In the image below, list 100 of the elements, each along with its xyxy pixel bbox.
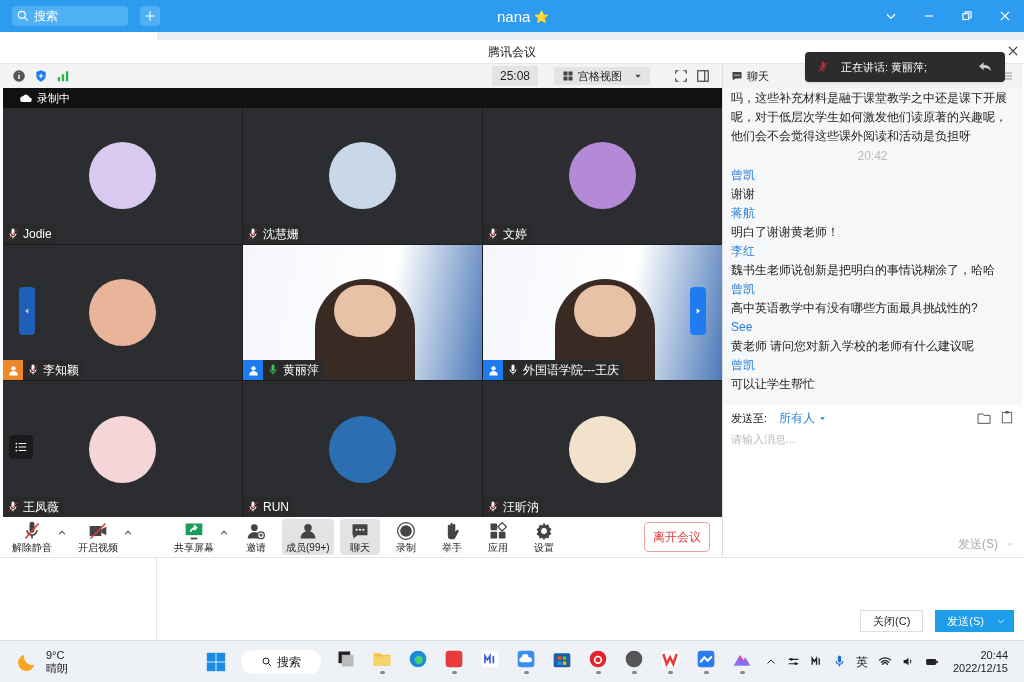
sender-name: See [731, 319, 753, 336]
participant-name: 外国语学院---王庆 [523, 362, 619, 380]
mic-icon [507, 364, 519, 377]
caret-up-icon [123, 528, 133, 538]
running-indicator [595, 671, 601, 674]
caret-up-icon [57, 528, 67, 538]
letter-app-icon [480, 649, 500, 669]
toolbar-button[interactable]: 聊天 [339, 519, 380, 555]
shield-icon [34, 69, 48, 83]
speaking-text: 正在讲话: 黄丽萍; [841, 59, 928, 75]
sender-name: 曾凯 [731, 281, 755, 298]
avatar-icon [624, 649, 644, 669]
close-button[interactable]: 关闭(C) [860, 610, 924, 632]
app-title: nana [497, 7, 531, 27]
toolbar-button[interactable]: 成员(99+) [282, 519, 334, 555]
list-button[interactable] [9, 435, 33, 460]
cloud-icon [516, 649, 536, 669]
running-indicator [703, 671, 709, 674]
message-input[interactable]: 请输入消息... [731, 431, 1014, 535]
toolbar-button[interactable]: 举手 [431, 519, 472, 555]
chat-message: 魏书生老师说创新是把明白的事情说糊涂了，哈哈 [731, 262, 995, 279]
running-indicator [523, 671, 529, 674]
mic-muted-icon [487, 501, 499, 513]
task-view-icon [336, 649, 356, 669]
sender-name: 蒋航 [731, 205, 755, 222]
grid-icon [562, 70, 574, 82]
start-button[interactable] [205, 650, 227, 673]
running-indicator [631, 671, 637, 674]
chevron-down-icon [1006, 540, 1014, 548]
document-app-icon [660, 649, 680, 669]
clock-time: 20:44 [980, 648, 1008, 662]
mic-muted-icon [487, 227, 499, 240]
search-icon [16, 9, 30, 23]
favorite-label: ⭐ [534, 9, 550, 27]
taskbar-app[interactable] [623, 649, 645, 674]
caret-icon [819, 414, 827, 422]
chat-message: 吗，这些补充材料是融于课堂教学之中还是课下开展呢，对于低层次学生如何激发他们读原著的兴趣呢，他们会不会觉得这些课外阅读和活动是负担呀 [731, 90, 1008, 145]
weather-text: 晴朗 [46, 661, 68, 675]
chat-message: 明白了谢谢黄老师！ [731, 224, 839, 241]
toolbar-button[interactable]: 共享屏幕 [170, 519, 218, 555]
mic-icon [267, 364, 279, 377]
running-indicator [667, 671, 673, 674]
participant-name: RUN [263, 499, 289, 516]
running-indicator [379, 671, 385, 674]
toolbar-button[interactable]: 解除静音 [8, 519, 56, 555]
input-method[interactable]: 英 [855, 652, 868, 671]
running-indicator [451, 671, 457, 674]
participant-name: 王凤薇 [23, 499, 59, 516]
participant-name: Jodie [23, 225, 52, 243]
previous-page-button[interactable] [19, 286, 35, 335]
folder-icon [976, 410, 992, 426]
running-indicator [739, 671, 745, 674]
recording-status: 录制中 [37, 90, 70, 106]
chat-timestamp: 20:42 [857, 148, 888, 165]
clock-date: 2022/12/15 [952, 661, 1008, 675]
music-icon [588, 649, 608, 669]
chat-message: 谢谢 [731, 186, 755, 203]
fullscreen-icon [674, 69, 688, 83]
chat-title: 聊天 [747, 68, 769, 84]
windows-icon [205, 650, 227, 673]
info-icon [12, 69, 26, 83]
toolbar-button[interactable]: 开启视频 [74, 519, 122, 555]
sender-name: 李红 [731, 243, 755, 260]
toolbar-button[interactable]: 应用 [477, 519, 518, 555]
send-to-label: 发送至: [731, 410, 768, 426]
search-icon [261, 655, 273, 668]
signal-icon [56, 69, 70, 83]
caret-up-icon [219, 528, 229, 538]
leave-meeting-button[interactable]: 离开会议 [644, 522, 710, 552]
sliders-icon [786, 655, 800, 668]
app-icon [696, 649, 716, 669]
sender-name: 曾凯 [731, 167, 755, 184]
chevron-down-icon [996, 616, 1006, 626]
window-title: 腾讯会议 [488, 43, 536, 61]
view-dropdown[interactable]: 宫格视图 [554, 66, 650, 86]
chevron-right-icon [694, 306, 702, 315]
mic-muted-icon [247, 501, 259, 513]
sender-name: 曾凯 [731, 357, 755, 374]
toolbar-button[interactable]: 邀请 [236, 519, 276, 555]
close-icon [998, 9, 1012, 23]
mic-muted-icon [27, 364, 39, 377]
participant-name: 汪昕汭 [503, 499, 539, 516]
caret-icon [634, 72, 642, 80]
chat-bubble-icon [731, 70, 743, 82]
recipient-dropdown[interactable]: 所有人 [779, 409, 827, 427]
mic-muted-icon [7, 227, 19, 240]
meeting-timer: 25:08 [491, 66, 538, 86]
record-icon [395, 520, 416, 541]
temperature: 9°C [46, 648, 66, 662]
toolbar-button[interactable]: 设置 [523, 519, 564, 555]
mic-muted-icon [247, 227, 259, 240]
chat-message: 高中英语教学中有没有哪些方面最具挑战性的? [731, 300, 978, 317]
toolbar-button[interactable]: 录制 [385, 519, 426, 555]
menu-icon [1002, 70, 1014, 82]
plus-icon [143, 9, 157, 23]
mic-muted-icon [7, 501, 19, 513]
mic-muted-icon [817, 61, 829, 73]
clipboard-icon [1000, 410, 1014, 424]
participant-name: 黄丽萍 [283, 362, 319, 380]
taskbar-search[interactable]: 搜索 [241, 649, 321, 674]
